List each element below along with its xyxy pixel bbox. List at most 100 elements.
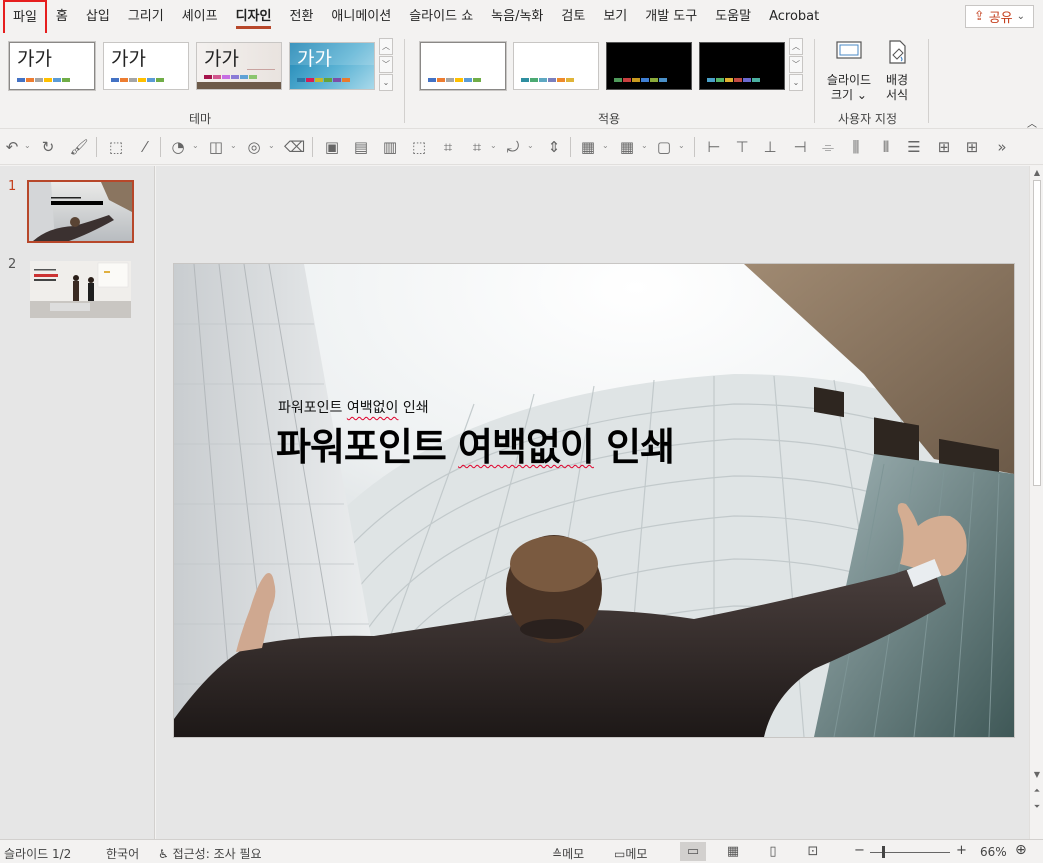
crop-dropdown-icon[interactable]: ⌗	[467, 137, 487, 157]
scroll-up-button[interactable]: ▲	[1032, 168, 1042, 177]
variant-3[interactable]	[606, 42, 692, 90]
arrange-back-icon[interactable]: ▦	[617, 137, 637, 157]
crop-icon[interactable]: ⌗	[438, 137, 458, 157]
align-top-icon[interactable]: ⊤	[732, 137, 752, 157]
picture-change-icon[interactable]: ▥	[380, 137, 400, 157]
chevron-down-icon[interactable]: ⌄	[268, 141, 275, 150]
slide-subtitle[interactable]: 파워포인트 여백없이 인쇄	[278, 397, 429, 417]
align-left-icon[interactable]: ⊢	[704, 137, 724, 157]
theme-office-2[interactable]: 가가	[103, 42, 189, 90]
distribute-vertical-icon[interactable]: ☰	[904, 137, 924, 157]
gallery-up-button[interactable]: ︿	[379, 38, 393, 55]
tab-insert[interactable]: 삽입	[77, 0, 119, 33]
clear-format-icon[interactable]: ⁄	[135, 137, 155, 157]
selection-pane-icon[interactable]: ▢	[654, 137, 674, 157]
slide-editor-canvas[interactable]: 파워포인트 여백없이 인쇄 파워포인트 여백없이 인쇄	[156, 166, 1029, 839]
color-swatch	[716, 78, 724, 82]
align-center-icon[interactable]: ⌯	[818, 137, 838, 157]
distribute-horizontal-icon[interactable]: ⫴	[876, 137, 896, 157]
language-indicator[interactable]: 한국어	[106, 845, 139, 862]
zoom-out-button[interactable]: −	[854, 843, 865, 858]
scroll-down-button[interactable]: ▼	[1032, 770, 1042, 779]
scrollbar-thumb[interactable]	[1033, 180, 1041, 486]
ungroup-icon[interactable]: ⊞	[962, 137, 982, 157]
tab-shape[interactable]: 셰이프	[173, 0, 227, 33]
picture-reset-icon[interactable]: ⬚	[409, 137, 429, 157]
tab-review[interactable]: 검토	[552, 0, 594, 33]
normal-view-button[interactable]: ▭	[680, 842, 706, 861]
text-box-icon[interactable]: ⬚	[106, 137, 126, 157]
zoom-level[interactable]: 66%	[980, 845, 1007, 859]
vertical-scrollbar[interactable]: ▲ ▼ ⏶ ⏷	[1029, 166, 1043, 839]
tab-slideshow[interactable]: 슬라이드 쇼	[400, 0, 482, 33]
undo-icon[interactable]: ↶	[2, 137, 22, 157]
eraser-icon[interactable]: ⌫	[284, 137, 305, 157]
shape-effects-icon[interactable]: ◎	[244, 137, 264, 157]
slide-thumbnail-2[interactable]	[30, 261, 131, 318]
slide-title[interactable]: 파워포인트 여백없이 인쇄	[276, 416, 675, 471]
slide-1-preview	[29, 182, 132, 241]
more-commands-icon[interactable]: »	[992, 137, 1012, 157]
fit-to-window-icon[interactable]: ⊕	[1015, 842, 1027, 858]
chevron-down-icon[interactable]: ⌄	[678, 141, 685, 150]
chevron-down-icon[interactable]: ⌄	[24, 141, 31, 150]
shape-outline-icon[interactable]: ◫	[206, 137, 226, 157]
gallery-down-button[interactable]: ﹀	[379, 56, 393, 73]
tab-acrobat[interactable]: Acrobat	[760, 0, 828, 33]
variant-4[interactable]	[699, 42, 785, 90]
theme-office[interactable]: 가가	[9, 42, 95, 90]
zoom-slider-thumb[interactable]	[882, 846, 885, 858]
tab-file[interactable]: 파일	[3, 0, 47, 36]
arrange-front-icon[interactable]: ▦	[578, 137, 598, 157]
theme-ion[interactable]: 가가	[289, 42, 375, 90]
format-background-button[interactable]: 배경 서식	[880, 39, 914, 103]
tab-design[interactable]: 디자인	[227, 0, 281, 33]
chevron-down-icon[interactable]: ⌄	[230, 141, 237, 150]
group-icon[interactable]: ⊞	[934, 137, 954, 157]
slide-sorter-view-button[interactable]: ▦	[720, 842, 746, 861]
gallery-more-button[interactable]: ⌄	[379, 74, 393, 91]
format-painter-icon[interactable]: 🖌	[69, 137, 89, 157]
notes-button[interactable]: ≙메모	[552, 845, 584, 862]
tab-animations[interactable]: 애니메이션	[322, 0, 400, 33]
tab-record[interactable]: 녹음/녹화	[482, 0, 552, 33]
rotate-icon[interactable]: ⤾	[503, 137, 523, 157]
gallery-more-button[interactable]: ⌄	[789, 74, 803, 91]
tab-view[interactable]: 보기	[594, 0, 636, 33]
align-middle-icon[interactable]: ⫼	[846, 137, 866, 157]
comments-button[interactable]: ▭메모	[614, 845, 647, 862]
tab-draw[interactable]: 그리기	[119, 0, 173, 33]
collapse-ribbon-icon[interactable]: ︿	[1027, 115, 1037, 130]
size-icon[interactable]: ⇕	[544, 137, 564, 157]
variant-2[interactable]	[513, 42, 599, 90]
chevron-down-icon[interactable]: ⌄	[602, 141, 609, 150]
chevron-down-icon[interactable]: ⌄	[527, 141, 534, 150]
gallery-up-button[interactable]: ︿	[789, 38, 803, 55]
shape-fill-icon[interactable]: ◔	[168, 137, 188, 157]
picture-icon[interactable]: ▣	[322, 137, 342, 157]
variant-1[interactable]	[420, 42, 506, 90]
slide-thumbnail-1[interactable]	[27, 180, 134, 243]
theme-parallax[interactable]: 가가	[196, 42, 282, 90]
reading-view-button[interactable]: ▯	[760, 842, 786, 861]
zoom-in-button[interactable]: +	[956, 843, 967, 858]
gallery-down-button[interactable]: ﹀	[789, 56, 803, 73]
tab-developer[interactable]: 개발 도구	[636, 0, 706, 33]
tab-transitions[interactable]: 전환	[280, 0, 322, 33]
tab-help[interactable]: 도움말	[706, 0, 760, 33]
next-slide-button[interactable]: ⏷	[1032, 802, 1042, 812]
slideshow-view-button[interactable]: ⊡	[800, 842, 826, 861]
slide-size-button[interactable]: 슬라이드 크기 ⌄	[824, 39, 874, 103]
redo-icon[interactable]: ↻	[38, 137, 58, 157]
accessibility-status[interactable]: ♿ 접근성: 조사 필요	[158, 845, 262, 862]
chevron-down-icon[interactable]: ⌄	[192, 141, 199, 150]
align-right-icon[interactable]: ⊣	[790, 137, 810, 157]
current-slide[interactable]: 파워포인트 여백없이 인쇄 파워포인트 여백없이 인쇄	[174, 264, 1014, 737]
align-bottom-icon[interactable]: ⊥	[760, 137, 780, 157]
chevron-down-icon[interactable]: ⌄	[490, 141, 497, 150]
chevron-down-icon[interactable]: ⌄	[641, 141, 648, 150]
picture-compress-icon[interactable]: ▤	[351, 137, 371, 157]
tab-home[interactable]: 홈	[47, 0, 77, 33]
previous-slide-button[interactable]: ⏶	[1032, 786, 1042, 796]
share-button[interactable]: ⇪ 공유 ⌄	[964, 5, 1034, 28]
